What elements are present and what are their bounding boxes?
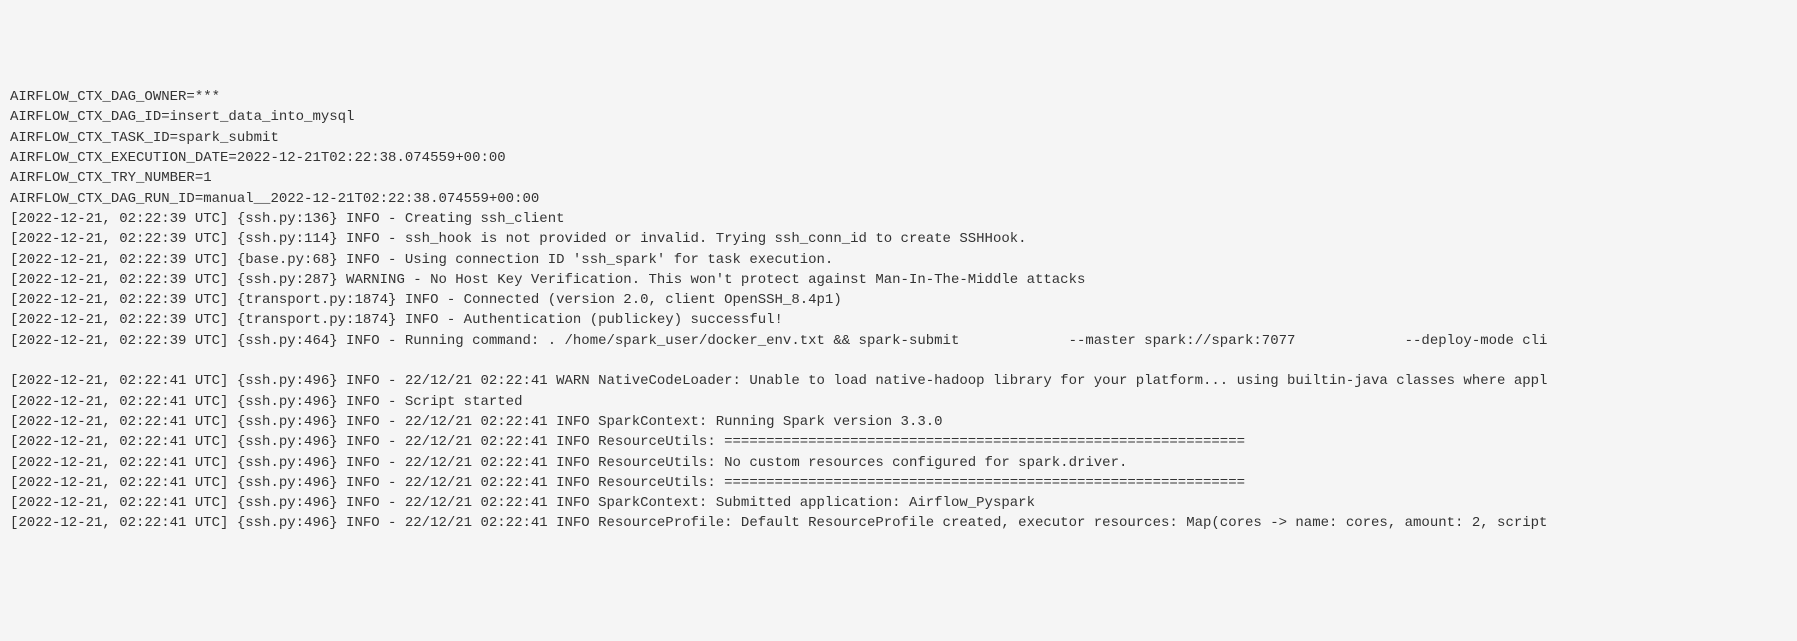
- log-line: AIRFLOW_CTX_DAG_OWNER=***: [10, 87, 1787, 107]
- log-line: [2022-12-21, 02:22:39 UTC] {transport.py…: [10, 290, 1787, 310]
- log-line: [2022-12-21, 02:22:41 UTC] {ssh.py:496} …: [10, 513, 1787, 533]
- log-line: AIRFLOW_CTX_TRY_NUMBER=1: [10, 168, 1787, 188]
- log-line: AIRFLOW_CTX_DAG_RUN_ID=manual__2022-12-2…: [10, 189, 1787, 209]
- log-line: [2022-12-21, 02:22:41 UTC] {ssh.py:496} …: [10, 432, 1787, 452]
- log-line: [2022-12-21, 02:22:41 UTC] {ssh.py:496} …: [10, 412, 1787, 432]
- log-output: AIRFLOW_CTX_DAG_OWNER=***AIRFLOW_CTX_DAG…: [10, 87, 1787, 534]
- log-line: AIRFLOW_CTX_TASK_ID=spark_submit: [10, 128, 1787, 148]
- log-line: [2022-12-21, 02:22:41 UTC] {ssh.py:496} …: [10, 493, 1787, 513]
- log-line: [2022-12-21, 02:22:39 UTC] {ssh.py:136} …: [10, 209, 1787, 229]
- log-line: [2022-12-21, 02:22:39 UTC] {ssh.py:114} …: [10, 229, 1787, 249]
- log-line: [2022-12-21, 02:22:41 UTC] {ssh.py:496} …: [10, 392, 1787, 412]
- log-line: [2022-12-21, 02:22:39 UTC] {ssh.py:464} …: [10, 331, 1787, 351]
- log-line: AIRFLOW_CTX_EXECUTION_DATE=2022-12-21T02…: [10, 148, 1787, 168]
- log-line: [2022-12-21, 02:22:41 UTC] {ssh.py:496} …: [10, 453, 1787, 473]
- log-line: AIRFLOW_CTX_DAG_ID=insert_data_into_mysq…: [10, 107, 1787, 127]
- log-line: [2022-12-21, 02:22:41 UTC] {ssh.py:496} …: [10, 473, 1787, 493]
- log-line: [2022-12-21, 02:22:41 UTC] {ssh.py:496} …: [10, 371, 1787, 391]
- log-blank-line: [10, 351, 1787, 371]
- log-line: [2022-12-21, 02:22:39 UTC] {base.py:68} …: [10, 250, 1787, 270]
- log-line: [2022-12-21, 02:22:39 UTC] {ssh.py:287} …: [10, 270, 1787, 290]
- log-line: [2022-12-21, 02:22:39 UTC] {transport.py…: [10, 310, 1787, 330]
